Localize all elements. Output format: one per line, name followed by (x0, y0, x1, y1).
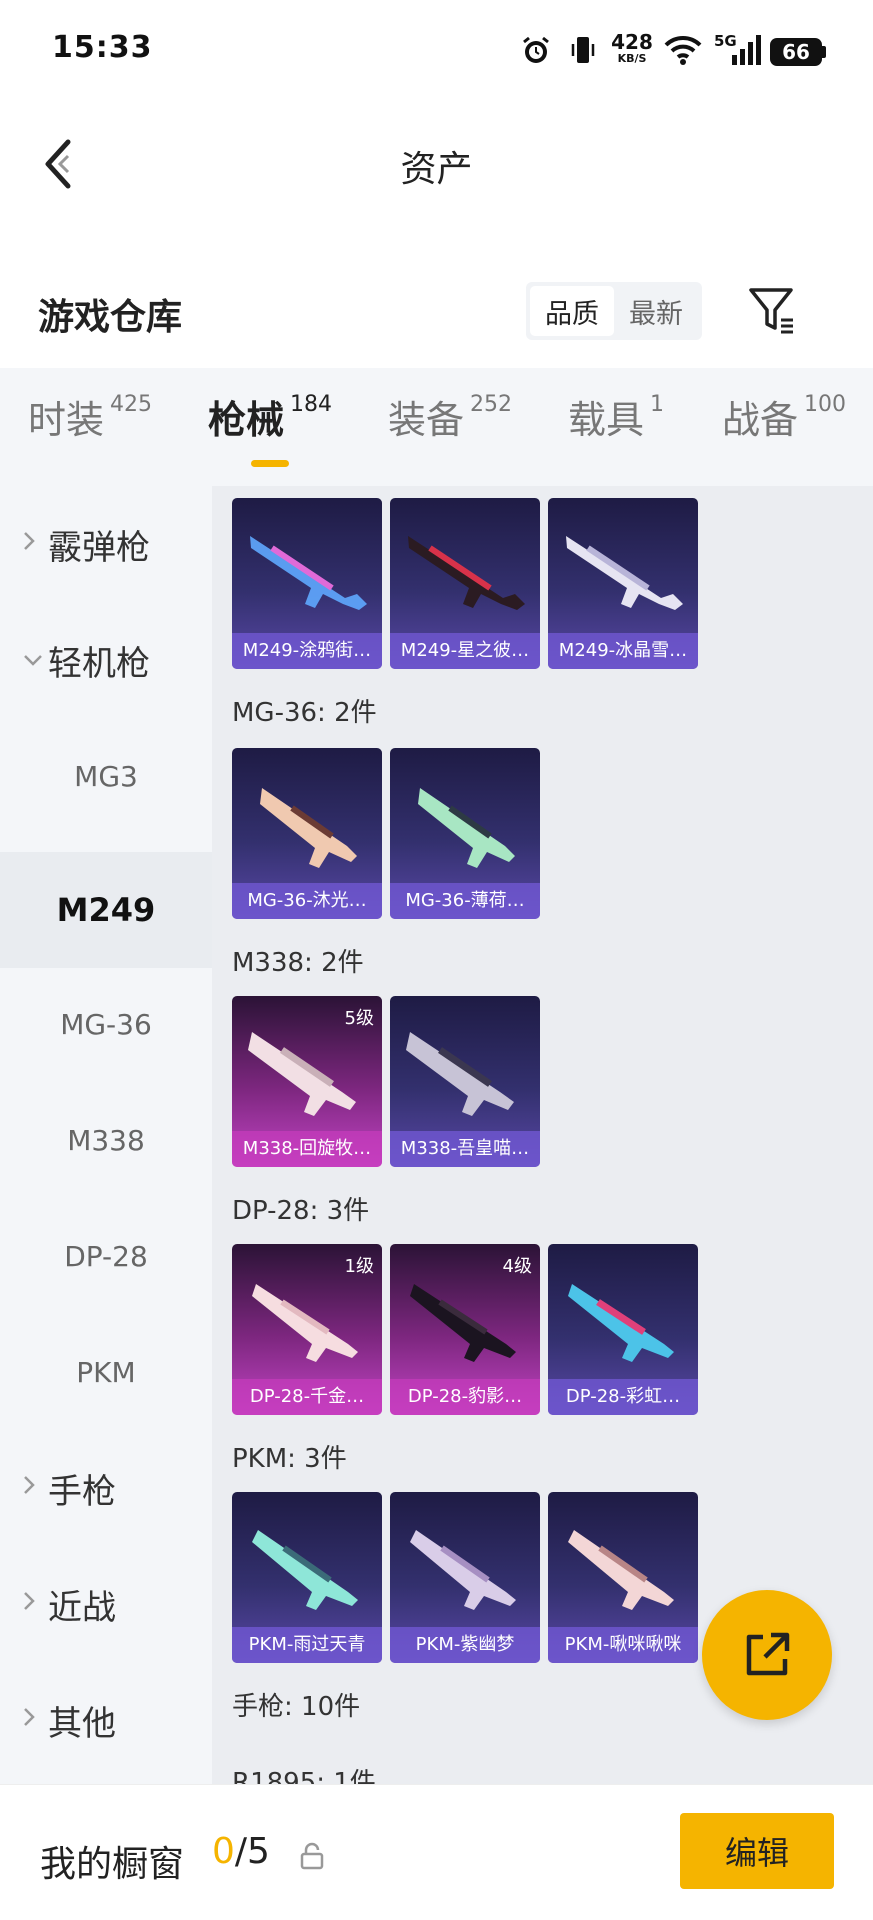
weapon-icon (410, 1530, 516, 1610)
tab-indicator (251, 460, 289, 467)
skin-card[interactable]: 5级 M338-回旋牧… (232, 996, 382, 1167)
level-badge: 4级 (502, 1256, 532, 1277)
sidebar-item-pistol[interactable]: 手枪 (0, 1430, 212, 1546)
skin-card[interactable]: M249-涂鸦街… (232, 498, 382, 669)
group-label-dp28: DP-28: 3件 (232, 1196, 370, 1226)
chevron-right-icon (22, 530, 44, 558)
group-label-pkm: PKM: 3件 (232, 1444, 347, 1474)
filter-icon (749, 288, 793, 334)
sidebar-item-lmg[interactable]: 轻机枪 (0, 602, 212, 718)
showcase-count: 0/5 (212, 1831, 270, 1872)
tab-supplies[interactable]: 战备 100 (722, 392, 846, 442)
weapon-icon (408, 536, 525, 610)
skin-card[interactable]: M249-冰晶雪… (548, 498, 698, 669)
showcase-label: 我的橱窗 (40, 1844, 185, 1885)
tab-equipment[interactable]: 装备 252 (388, 392, 512, 442)
skin-card[interactable]: MG-36-沐光… (232, 748, 382, 919)
sidebar-sub-pkm[interactable]: PKM (0, 1314, 212, 1430)
tab-weapons[interactable]: 枪械 184 (208, 392, 332, 442)
chevron-down-icon (22, 648, 44, 673)
group-label-m338: M338: 2件 (232, 948, 364, 978)
weapon-icon (250, 536, 367, 610)
weapon-icon (406, 1032, 514, 1116)
level-badge: 5级 (344, 1008, 374, 1029)
sort-latest-button[interactable]: 最新 (614, 286, 698, 336)
content-area: M249-涂鸦街… M249-星之彼… M249-冰晶雪… MG-36: 2件 … (212, 486, 873, 1784)
status-bar: 15:33 428 KB/S 5G 66 (0, 0, 873, 100)
signal-icon: 5G (714, 32, 762, 68)
chevron-right-icon (22, 1590, 44, 1618)
sidebar-sub-dp28[interactable]: DP-28 (0, 1198, 212, 1314)
wifi-icon (662, 32, 704, 68)
sidebar-item-label: 轻机枪 (48, 643, 150, 684)
weapon-icon (418, 788, 515, 868)
weapon-icon (566, 536, 683, 610)
share-fab-button[interactable] (702, 1590, 832, 1720)
sidebar-sub-m249[interactable]: M249 (0, 852, 212, 968)
sidebar-item-label: 其他 (48, 1703, 116, 1744)
skin-card[interactable]: PKM-紫幽梦 (390, 1492, 540, 1663)
battery-tip (822, 46, 826, 58)
sidebar-item-melee[interactable]: 近战 (0, 1546, 212, 1662)
weapon-icon (260, 788, 357, 868)
group-label-mg36: MG-36: 2件 (232, 698, 377, 728)
group-label-pistol: 手枪: 10件 (232, 1692, 361, 1722)
filter-button[interactable] (742, 280, 802, 340)
alarm-icon (518, 32, 554, 68)
sidebar-sub-mg36[interactable]: MG-36 (0, 966, 212, 1082)
skin-card[interactable]: PKM-啾咪啾咪 (548, 1492, 698, 1663)
skin-card[interactable]: 4级 DP-28-豹影… (390, 1244, 540, 1415)
skin-card[interactable]: DP-28-彩虹… (548, 1244, 698, 1415)
skin-card[interactable]: 1级 DP-28-千金… (232, 1244, 382, 1415)
external-link-icon (746, 1632, 790, 1676)
tab-vehicles[interactable]: 载具 1 (568, 392, 664, 442)
skin-card[interactable]: M338-吾皇喵… (390, 996, 540, 1167)
tab-fashion[interactable]: 时装 425 (28, 392, 152, 442)
net-speed: 428 KB/S (611, 30, 653, 65)
warehouse-title: 游戏仓库 (38, 297, 183, 338)
lock-icon (300, 1842, 324, 1870)
skin-card[interactable]: MG-36-薄荷… (390, 748, 540, 919)
chevron-right-icon (22, 1474, 44, 1502)
skin-card[interactable]: M249-星之彼… (390, 498, 540, 669)
page-title: 资产 (400, 149, 473, 190)
weapon-icon (568, 1284, 674, 1362)
sidebar-item-label: 手枪 (48, 1471, 116, 1512)
category-tabs: 时装 425 枪械 184 装备 252 载具 1 战备 100 (0, 368, 873, 486)
level-badge: 1级 (344, 1256, 374, 1277)
status-time: 15:33 (52, 30, 153, 65)
group-label-r1895: R1895: 1件 (232, 1768, 376, 1784)
skin-card[interactable]: PKM-雨过天青 (232, 1492, 382, 1663)
sidebar-item-other[interactable]: 其他 (0, 1662, 212, 1778)
edit-button[interactable]: 编辑 (680, 1813, 834, 1889)
weapon-icon (568, 1530, 674, 1610)
sidebar-item-shotgun[interactable]: 霰弹枪 (0, 486, 212, 602)
signal-label: 5G (714, 32, 737, 50)
screen: { "status_bar": {"time": "15:33", "net_s… (0, 0, 873, 1920)
sidebar-sub-m338[interactable]: M338 (0, 1082, 212, 1198)
bottom-bar: 我的橱窗 0/5 编辑 (0, 1784, 873, 1920)
sidebar-item-label: 近战 (48, 1587, 116, 1628)
weapon-icon (252, 1530, 358, 1610)
sidebar-sub-mg3[interactable]: MG3 (0, 718, 212, 834)
sidebar-item-label: 霰弹枪 (48, 527, 150, 568)
sort-quality-button[interactable]: 品质 (530, 286, 614, 336)
battery-icon: 66 (770, 38, 822, 66)
sort-toggle: 品质 最新 (526, 282, 702, 340)
vibrate-icon (568, 32, 598, 68)
chevron-right-icon (22, 1706, 44, 1734)
sidebar: 霰弹枪 轻机枪 MG3 M249 MG-36 M338 DP-28 PKM 手枪… (0, 486, 212, 1784)
